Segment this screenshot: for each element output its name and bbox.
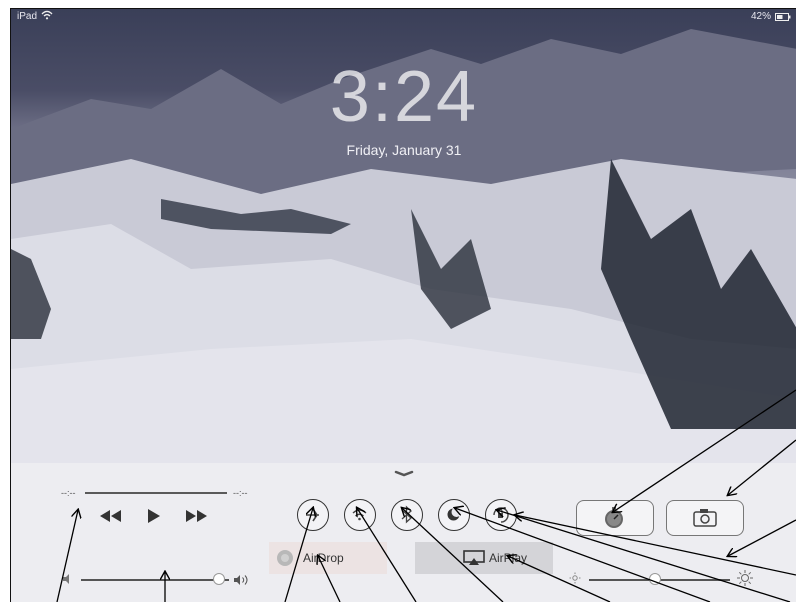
airplane-mode-toggle[interactable] (297, 499, 329, 531)
ipad-screen: iPad 42% 3:24 Friday, January 31 --:-- -… (10, 8, 796, 602)
fast-forward-button[interactable] (185, 509, 209, 523)
rewind-icon (100, 510, 121, 522)
annotated-screenshot: iPad 42% 3:24 Friday, January 31 --:-- -… (0, 0, 796, 602)
play-icon (148, 509, 160, 523)
lock-screen-wallpaper: iPad 42% 3:24 Friday, January 31 (11, 9, 796, 463)
wifi-toggle[interactable] (344, 499, 376, 531)
rotation-lock-toggle[interactable] (485, 499, 517, 531)
airdrop-button[interactable]: AirDrop (269, 542, 387, 574)
timer-icon (605, 507, 623, 528)
battery-percent: 42% (750, 11, 771, 22)
airplay-icon (463, 550, 485, 566)
playback-scrubber[interactable] (85, 492, 227, 494)
volume-low-icon (62, 574, 72, 584)
fast-forward-icon (186, 510, 207, 522)
brightness-slider-knob[interactable] (649, 573, 662, 585)
brightness-low-icon (569, 572, 581, 584)
do-not-disturb-toggle[interactable] (438, 499, 470, 531)
airplay-label: AirPlay (489, 551, 528, 565)
device-name: iPad (17, 11, 38, 22)
status-bar: iPad 42% (11, 9, 796, 25)
control-center-panel: --:-- --:-- AirDrop AirPlay (11, 463, 796, 602)
wifi-icon (41, 10, 53, 20)
volume-high-icon (233, 574, 251, 586)
camera-icon (693, 509, 717, 527)
rewind-button[interactable] (99, 509, 123, 523)
bluetooth-toggle[interactable] (391, 499, 423, 531)
bluetooth-icon (401, 505, 412, 524)
rotation-lock-icon (493, 507, 509, 523)
remaining-time: --:-- (233, 488, 248, 498)
elapsed-time: --:-- (61, 488, 76, 498)
lock-screen-date: Friday, January 31 (346, 142, 462, 158)
airplane-mode-icon (306, 508, 319, 522)
battery-icon (775, 13, 791, 21)
timer-button[interactable] (576, 500, 654, 536)
play-button[interactable] (147, 508, 161, 524)
camera-button[interactable] (666, 500, 744, 536)
volume-slider[interactable] (81, 579, 229, 581)
moon-icon (447, 507, 462, 521)
dismiss-handle[interactable] (394, 470, 414, 478)
airdrop-icon (275, 549, 295, 567)
wifi-toggle-icon (352, 509, 367, 521)
lock-screen-clock: 3:24 (329, 57, 479, 137)
airplay-button[interactable]: AirPlay (415, 542, 553, 574)
brightness-high-icon (736, 569, 754, 587)
airdrop-label: AirDrop (303, 551, 344, 565)
volume-slider-knob[interactable] (212, 573, 225, 585)
